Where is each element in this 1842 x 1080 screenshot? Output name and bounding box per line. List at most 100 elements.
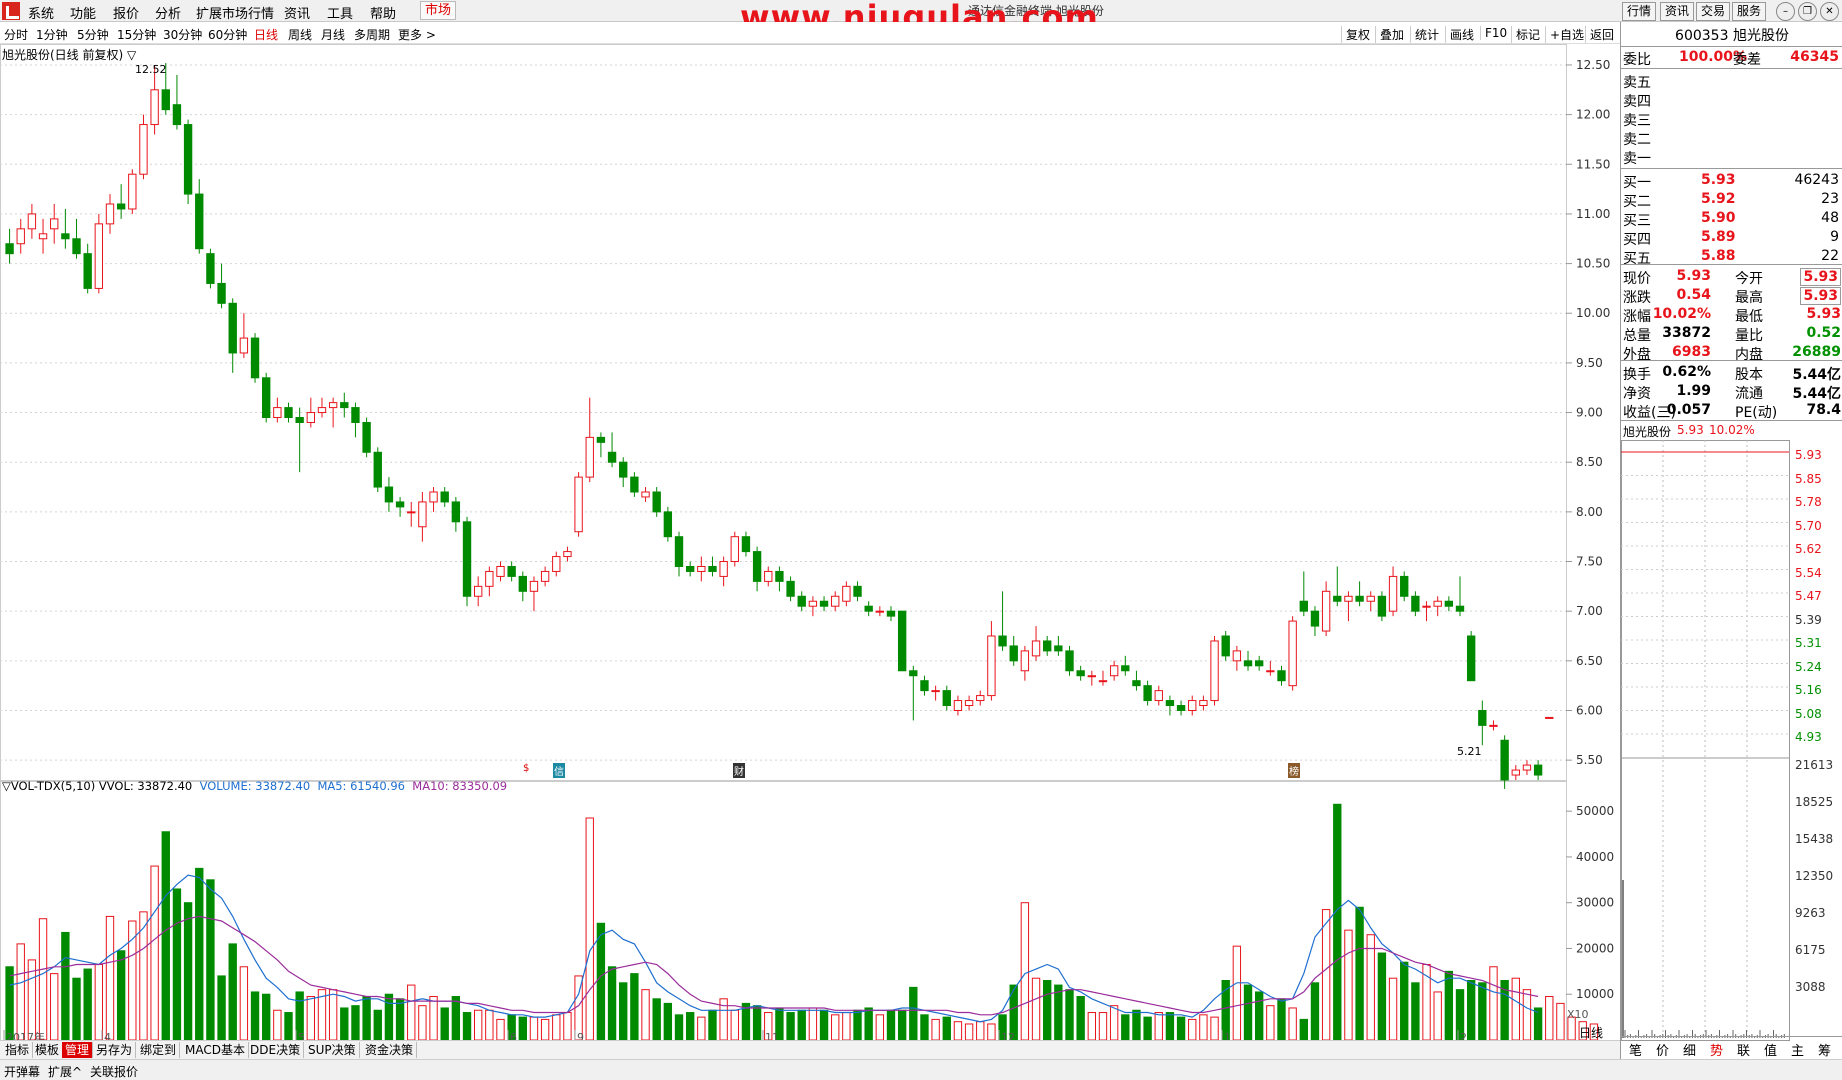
menu-ext-market[interactable]: 扩展市场行情: [196, 3, 274, 22]
top-button-hangqing[interactable]: 行情: [1622, 2, 1657, 21]
candle-body: [1377, 595, 1387, 617]
event-mark-bang[interactable]: 榜: [1288, 763, 1300, 778]
period-fenshi[interactable]: 分时: [4, 26, 28, 43]
candle-body: [1243, 660, 1253, 667]
volume-bar: [161, 831, 170, 1041]
candle-body: [786, 580, 795, 597]
volume-bar: [1411, 982, 1420, 1041]
tab-sup[interactable]: SUP决策: [305, 1042, 360, 1058]
tool-fanhui[interactable]: 返回: [1585, 26, 1614, 43]
danmu-toggle[interactable]: 开弹幕: [4, 1063, 40, 1080]
volume-bar: [1288, 1007, 1297, 1041]
top-button-zixun[interactable]: 资讯: [1660, 2, 1695, 21]
right-tab[interactable]: 联: [1737, 1040, 1750, 1059]
candle-body: [116, 203, 126, 210]
linked-quote-toggle[interactable]: 关联报价: [90, 1063, 138, 1080]
tool-tongji[interactable]: 统计: [1410, 26, 1439, 43]
period-5min[interactable]: 5分钟: [77, 26, 109, 43]
kline-chart[interactable]: 12.50 12.00 11.50 11.00 10.50 10.00 9.50 9.00 8.…: [0, 44, 1620, 1044]
tool-fuquan[interactable]: 复权: [1341, 26, 1370, 43]
market-button[interactable]: 市场: [420, 1, 457, 20]
menu-news[interactable]: 资讯: [284, 3, 310, 22]
candle-body: [1522, 764, 1532, 771]
minimize-icon[interactable]: –: [1776, 2, 1795, 21]
vol-indicator-name[interactable]: ▽VOL-TDX(5,10): [2, 779, 95, 793]
tool-zixuan[interactable]: +自选: [1545, 26, 1584, 43]
period-daily[interactable]: 日线: [254, 26, 278, 43]
close-icon[interactable]: ✕: [1820, 2, 1839, 21]
volume-bar: [685, 1012, 695, 1041]
menu-tools[interactable]: 工具: [327, 3, 353, 22]
tab-lingcunwei[interactable]: 另存为: [93, 1042, 137, 1058]
volume-tick-label: 30000: [1576, 896, 1614, 910]
volume-bar: [797, 1009, 806, 1041]
candle-body: [1020, 650, 1030, 672]
buy-level-row[interactable]: 买一 5.93 46243: [1621, 172, 1842, 191]
tool-f10[interactable]: F10: [1480, 26, 1507, 40]
menu-analysis[interactable]: 分析: [155, 3, 181, 22]
candle-body: [5, 243, 14, 255]
event-mark-dollar[interactable]: $: [523, 763, 529, 774]
volume-bar: [1232, 945, 1242, 1041]
period-60min[interactable]: 60分钟: [208, 26, 247, 43]
period-15min[interactable]: 15分钟: [117, 26, 156, 43]
volume-bar: [607, 966, 617, 1041]
chart-header[interactable]: 旭光股份(日线 前复权) ▽: [2, 46, 136, 63]
volume-bar: [619, 982, 628, 1041]
right-tab[interactable]: 笔: [1629, 1040, 1642, 1059]
candle-body: [719, 561, 728, 577]
period-monthly[interactable]: 月线: [321, 26, 345, 43]
tool-huaxian[interactable]: 画线: [1445, 26, 1474, 43]
volume-bar: [1143, 1016, 1152, 1041]
right-tab[interactable]: 细: [1683, 1040, 1696, 1059]
right-tab[interactable]: 值: [1764, 1040, 1777, 1059]
menu-quote[interactable]: 报价: [113, 3, 139, 22]
period-1min[interactable]: 1分钟: [36, 26, 68, 43]
right-tab[interactable]: 价: [1656, 1040, 1669, 1059]
menu-function[interactable]: 功能: [70, 3, 96, 22]
tool-biaoji[interactable]: 标记: [1511, 26, 1540, 43]
tab-moban[interactable]: 模板: [32, 1042, 64, 1058]
right-tab[interactable]: 筹: [1818, 1040, 1831, 1059]
buy-level-row[interactable]: 买三 5.90 48: [1621, 210, 1842, 229]
app-logo-icon[interactable]: [2, 2, 20, 20]
candle-body: [920, 680, 929, 692]
candle-body: [1400, 575, 1409, 597]
expand-toggle[interactable]: 扩展^: [48, 1063, 82, 1080]
restore-icon[interactable]: ❐: [1798, 2, 1817, 21]
tab-guanli[interactable]: 管理: [62, 1042, 94, 1058]
candle-body: [228, 302, 237, 354]
buy-level-row[interactable]: 买四 5.89 9: [1621, 229, 1842, 248]
volume-bar: [920, 1014, 929, 1041]
right-tab[interactable]: 势: [1710, 1040, 1723, 1059]
volume-tick-label: 20000: [1576, 941, 1614, 955]
candle-body: [351, 407, 360, 423]
candle-body: [1031, 640, 1041, 657]
candle-body: [284, 407, 293, 419]
period-30min[interactable]: 30分钟: [163, 26, 202, 43]
period-multi[interactable]: 多周期: [354, 26, 390, 43]
tab-macd[interactable]: MACD基本: [182, 1042, 249, 1058]
volume-bar: [50, 973, 59, 1041]
volume-bar: [61, 931, 70, 1041]
period-weekly[interactable]: 周线: [288, 26, 312, 43]
top-button-fuwu[interactable]: 服务: [1732, 2, 1767, 21]
event-mark-xin[interactable]: 信: [553, 763, 565, 778]
top-button-jiaoyi[interactable]: 交易: [1696, 2, 1731, 21]
buy-level-row[interactable]: 买二 5.92 23: [1621, 191, 1842, 210]
tab-bangdingdao[interactable]: 绑定到: [137, 1042, 181, 1058]
tab-zijin[interactable]: 资金决策: [362, 1042, 418, 1058]
period-more[interactable]: 更多 >: [398, 26, 436, 43]
right-tab[interactable]: 主: [1791, 1040, 1804, 1059]
volume-bar: [663, 1002, 673, 1041]
mini-price-label: 5.31: [1795, 636, 1822, 650]
menu-help[interactable]: 帮助: [370, 3, 396, 22]
tool-diejia[interactable]: 叠加: [1375, 26, 1404, 43]
event-mark-cai[interactable]: 财: [733, 763, 745, 778]
volume-bar: [328, 989, 338, 1041]
tab-dde[interactable]: DDE决策: [247, 1042, 305, 1058]
mini-volume-label: 15438: [1795, 832, 1834, 846]
menu-system[interactable]: 系统: [28, 3, 54, 22]
volume-bar: [1333, 803, 1342, 1041]
tab-zhibiao[interactable]: 指标: [2, 1042, 34, 1058]
